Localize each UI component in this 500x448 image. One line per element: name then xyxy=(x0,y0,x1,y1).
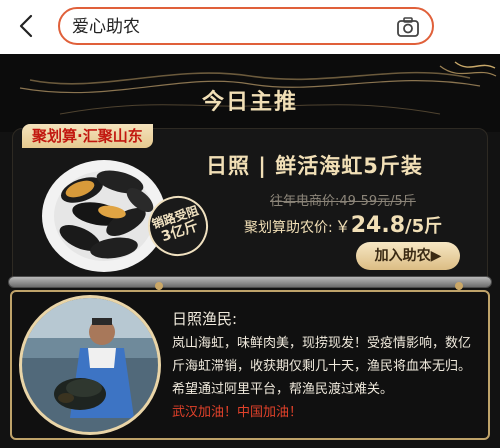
price-label: 聚划算助农价: xyxy=(244,220,333,236)
fisherman-photo-frame xyxy=(19,295,161,435)
story-body: 岚山海虹，味鲜肉美，现捞现发！受疫情影响，数亿斤海虹滞销，收获期仅剩几十天，渔民… xyxy=(172,332,476,424)
promo-tag: 聚划算·汇聚山东 xyxy=(22,124,153,148)
scroll-rod-divider xyxy=(8,276,492,288)
price-symbol: ￥ xyxy=(334,217,351,236)
top-search-bar: 爱心助农 xyxy=(0,0,500,54)
price-value: 24.8 xyxy=(350,213,406,238)
back-chevron-icon[interactable] xyxy=(12,11,42,41)
search-input[interactable]: 爱心助农 xyxy=(58,7,434,45)
mussel-plate-image xyxy=(40,152,168,274)
rod-knob-left-icon xyxy=(155,282,163,290)
rod-knob-right-icon xyxy=(455,282,463,290)
join-help-farmers-button[interactable]: 加入助农▶ xyxy=(356,242,460,270)
price-unit: /5斤 xyxy=(405,216,443,237)
header-band: 今日主推 xyxy=(0,54,500,132)
story-slogan: 武汉加油！中国加油！ xyxy=(172,405,303,420)
section-title: 今日主推 xyxy=(201,90,298,115)
price-row: 聚划算助农价: ￥24.8/5斤 xyxy=(244,212,442,238)
camera-icon[interactable] xyxy=(396,16,420,38)
old-price: 往年电商价:49-59元/5斤 xyxy=(270,194,416,209)
search-query: 爱心助农 xyxy=(72,17,140,37)
product-title[interactable]: 日照 | 鲜活海虹5斤装 xyxy=(206,150,423,180)
story-title: 日照渔民: xyxy=(172,310,238,328)
story-text: 岚山海虹，味鲜肉美，现捞现发！受疫情影响，数亿斤海虹滞销，收获期仅剩几十天，渔民… xyxy=(172,336,472,397)
